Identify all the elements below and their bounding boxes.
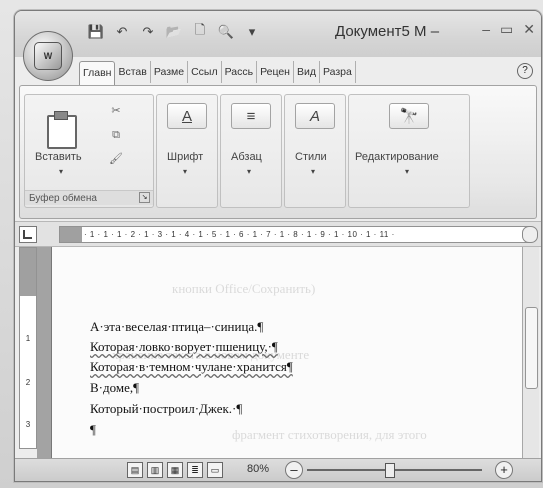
- paste-button[interactable]: Вставить: [35, 151, 82, 163]
- vertical-ruler-tick: 2: [25, 378, 31, 387]
- save-icon[interactable]: 💾: [87, 23, 105, 41]
- maximize-button[interactable]: ▭: [500, 21, 513, 38]
- format-painter-icon[interactable]: 🖌: [109, 153, 123, 165]
- vertical-scrollbar[interactable]: [522, 247, 539, 461]
- editing-button[interactable]: Редактирование: [355, 151, 439, 163]
- copy-icon[interactable]: ⧉: [109, 129, 123, 141]
- word-window: 💾 ↶ ↷ 📂 🗋 🔍 ▾ Документ5 М – – ▭ ✕ W Глав…: [14, 10, 542, 482]
- zoom-in-button[interactable]: +: [495, 461, 513, 479]
- redo-icon[interactable]: ↷: [139, 23, 157, 41]
- document-line: Которая·ловко·ворует·пшеницу,·¶: [90, 339, 278, 354]
- styles-icon: A: [295, 103, 335, 129]
- document-line: ¶: [90, 422, 96, 437]
- vertical-ruler-margin: [20, 248, 36, 296]
- title-bar: 💾 ↶ ↷ 📂 🗋 🔍 ▾ Документ5 М – – ▭ ✕: [15, 11, 541, 57]
- customize-qat-icon[interactable]: ▾: [243, 23, 261, 41]
- font-dropdown-icon[interactable]: ▾: [183, 167, 187, 176]
- window-controls: – ▭ ✕: [482, 21, 535, 38]
- editing-dropdown-icon[interactable]: ▾: [405, 167, 409, 176]
- tab-insert[interactable]: Встав: [115, 61, 151, 83]
- editing-icon: 🔭: [389, 103, 429, 129]
- document-area: кнопки Office/Сохранить) хранение текста…: [37, 247, 522, 461]
- scrollbar-thumb[interactable]: [525, 307, 538, 389]
- new-icon[interactable]: 🗋: [191, 22, 209, 41]
- draft-icon[interactable]: ▭: [207, 462, 223, 478]
- font-button[interactable]: Шрифт: [167, 151, 203, 163]
- document-line: Который·построил·Джек.·¶: [90, 401, 243, 416]
- tab-home[interactable]: Главн: [79, 61, 116, 86]
- status-bar: ▤ ▥ ▦ ≣ ▭ 80% – +: [15, 458, 541, 481]
- document-page[interactable]: кнопки Office/Сохранить) хранение текста…: [51, 247, 522, 461]
- vertical-ruler-tick: 1: [25, 334, 31, 343]
- styles-dropdown-icon[interactable]: ▾: [311, 167, 315, 176]
- font-group: A Шрифт ▾: [156, 94, 218, 208]
- horizontal-ruler[interactable]: · 1 · 1 · 1 · 2 · 1 · 3 · 1 · 4 · 1 · 5 …: [59, 226, 531, 243]
- tab-view[interactable]: Вид: [294, 61, 320, 83]
- office-logo-icon: W: [34, 42, 62, 70]
- ribbon-tabs: Главн Встав Разме Ссыл Рассь Рецен Вид Р…: [79, 61, 356, 86]
- web-layout-icon[interactable]: ▦: [167, 462, 183, 478]
- zoom-level[interactable]: 80%: [247, 463, 269, 475]
- vertical-ruler-tick: 3: [25, 420, 31, 429]
- zoom-out-button[interactable]: –: [285, 461, 303, 479]
- ribbon: ✂ ⧉ 🖌 Вставить ▾ Буфер обмена ↘ A Шрифт …: [19, 85, 537, 219]
- help-icon[interactable]: ?: [517, 63, 533, 79]
- minimize-button[interactable]: –: [482, 21, 490, 38]
- view-ruler-icon[interactable]: [522, 226, 538, 243]
- document-line: А·эта·веселая·птица–·синица.¶: [90, 319, 264, 334]
- paragraph-dropdown-icon[interactable]: ▾: [247, 167, 251, 176]
- editing-group: 🔭 Редактирование ▾: [348, 94, 470, 208]
- styles-group: A Стили ▾: [284, 94, 346, 208]
- view-buttons: ▤ ▥ ▦ ≣ ▭: [127, 462, 223, 478]
- outline-icon[interactable]: ≣: [187, 462, 203, 478]
- quick-access-toolbar: 💾 ↶ ↷ 📂 🗋 🔍 ▾: [87, 22, 261, 41]
- bleed-through-text: фрагмент стихотворения, для этого: [232, 427, 427, 442]
- paragraph-group: ≡ Абзац ▾: [220, 94, 282, 208]
- tab-review[interactable]: Рецен: [257, 61, 294, 83]
- document-line: В·доме,¶: [90, 380, 140, 395]
- paragraph-button[interactable]: Абзац: [231, 151, 262, 163]
- document-line: Которая·в·темном·чулане·хранится¶: [90, 359, 293, 374]
- tab-references[interactable]: Ссыл: [188, 61, 222, 83]
- tab-mailings[interactable]: Рассь: [222, 61, 258, 83]
- zoom-slider-thumb[interactable]: [385, 463, 395, 478]
- clipboard-group-label: Буфер обмена: [25, 190, 153, 205]
- ruler-ticks: · 1 · 1 · 1 · 2 · 1 · 3 · 1 · 4 · 1 · 5 …: [84, 230, 395, 239]
- open-icon[interactable]: 📂: [165, 23, 183, 41]
- tab-developer[interactable]: Разра: [320, 61, 356, 83]
- close-button[interactable]: ✕: [523, 21, 535, 38]
- clipboard-group: ✂ ⧉ 🖌 Вставить ▾ Буфер обмена ↘: [24, 94, 154, 208]
- full-screen-icon[interactable]: ▥: [147, 462, 163, 478]
- preview-icon[interactable]: 🔍: [217, 23, 235, 41]
- window-title: Документ5 М –: [335, 23, 440, 40]
- ruler-margin: [60, 227, 82, 242]
- cut-icon[interactable]: ✂: [109, 105, 123, 117]
- undo-icon[interactable]: ↶: [113, 23, 131, 41]
- paste-icon[interactable]: [47, 111, 77, 149]
- vertical-ruler[interactable]: 1 2 3: [19, 247, 37, 449]
- bleed-through-text: кнопки Office/Сохранить): [172, 281, 316, 296]
- tab-page-layout[interactable]: Разме: [151, 61, 189, 83]
- print-layout-icon[interactable]: ▤: [127, 462, 143, 478]
- office-button[interactable]: W: [23, 31, 73, 81]
- paragraph-icon: ≡: [231, 103, 271, 129]
- paste-dropdown-icon[interactable]: ▾: [59, 167, 63, 176]
- styles-button[interactable]: Стили: [295, 151, 327, 163]
- clipboard-launcher-icon[interactable]: ↘: [139, 192, 150, 203]
- font-icon: A: [167, 103, 207, 129]
- tab-selector-icon[interactable]: [19, 226, 37, 243]
- horizontal-ruler-row: · 1 · 1 · 1 · 2 · 1 · 3 · 1 · 4 · 1 · 5 …: [15, 221, 541, 247]
